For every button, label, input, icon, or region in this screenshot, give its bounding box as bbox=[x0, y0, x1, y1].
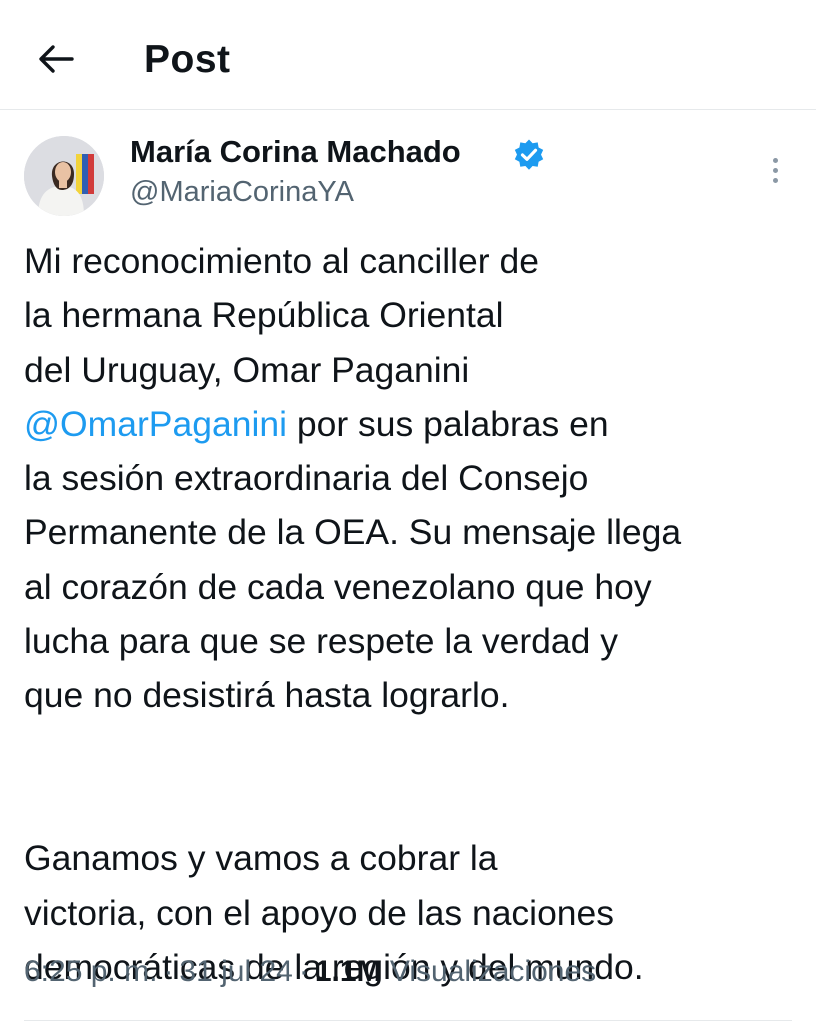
views-count[interactable]: 1.1M bbox=[315, 955, 382, 988]
arrow-left-icon bbox=[39, 45, 74, 73]
meta-separator: · bbox=[298, 955, 309, 988]
tweet-line: Ganamos y vamos a cobrar la bbox=[24, 838, 498, 879]
more-dot bbox=[772, 177, 778, 183]
views-label[interactable]: Visualizaciones bbox=[390, 955, 596, 988]
tweet-line: victoria, con el apoyo de las naciones bbox=[24, 892, 615, 933]
mention-link[interactable]: @OmarPaganini bbox=[24, 404, 287, 444]
tweet-text: Mi reconocimiento al canciller de la her… bbox=[24, 234, 804, 994]
author-handle[interactable]: @MariaCorinaYA bbox=[130, 176, 354, 209]
author-name[interactable]: María Corina Machado bbox=[130, 134, 461, 170]
verified-badge-icon bbox=[514, 139, 544, 170]
post-time[interactable]: 6:25 p. m. bbox=[24, 955, 157, 988]
top-bar: Post bbox=[0, 0, 816, 110]
tweet-line: del Uruguay, Omar Paganini bbox=[24, 349, 470, 390]
tweet-line: Permanente de la OEA. Su mensaje llega bbox=[24, 512, 682, 553]
tweet-line: la hermana República Oriental bbox=[24, 295, 504, 336]
more-options-button[interactable] bbox=[760, 150, 790, 190]
tweet-line: la sesión extraordinaria del Consejo bbox=[24, 458, 589, 499]
more-dot bbox=[772, 167, 778, 173]
back-button[interactable] bbox=[30, 36, 82, 82]
more-dots-icon bbox=[772, 157, 778, 163]
avatar-image bbox=[24, 136, 104, 216]
tweet-line-text: por sus palabras en bbox=[296, 403, 609, 444]
page-title: Post bbox=[144, 38, 231, 81]
tweet-line: al corazón de cada venezolano que hoy bbox=[24, 566, 652, 607]
tweet-line: que no desistirá hasta lograrlo. bbox=[24, 675, 510, 716]
tweet-line: lucha para que se respete la verdad y bbox=[24, 621, 619, 662]
tweet-line-with-mention: @OmarPaganini por sus palabras en bbox=[24, 397, 804, 451]
meta-separator: · bbox=[163, 955, 174, 988]
avatar[interactable] bbox=[24, 136, 104, 216]
tweet-meta: 6:25 p. m. · 31 jul 24 · 1.1M Visualizacione… bbox=[24, 955, 596, 989]
post-date[interactable]: 31 jul 24 bbox=[179, 955, 292, 988]
divider bbox=[24, 1020, 792, 1021]
tweet-line: Mi reconocimiento al canciller de bbox=[24, 241, 539, 281]
